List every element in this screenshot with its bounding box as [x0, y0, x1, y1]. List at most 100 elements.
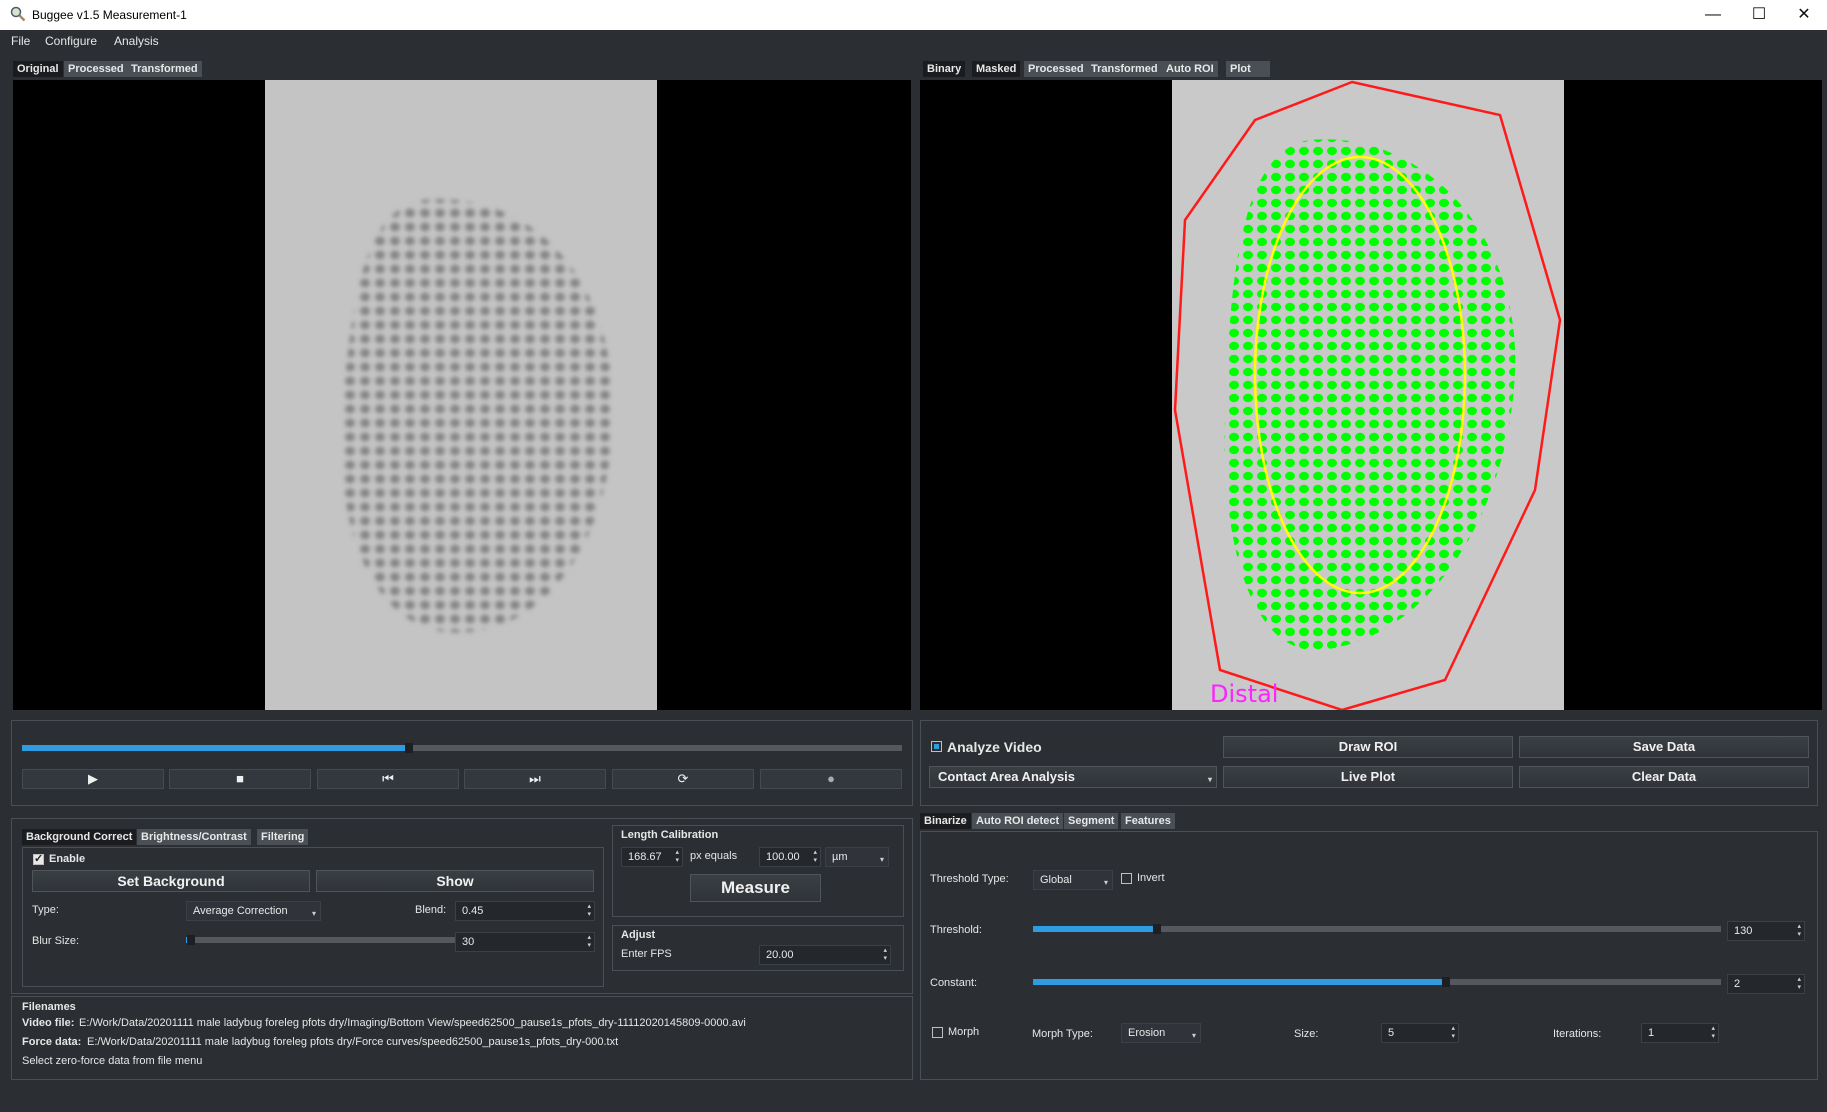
close-button[interactable]: ✕	[1781, 0, 1827, 30]
type-label: Type:	[32, 904, 59, 916]
tab-segment[interactable]: Segment	[1064, 813, 1119, 829]
tab-binarize[interactable]: Binarize	[920, 813, 971, 829]
tab-processed-right[interactable]: Processed	[1024, 61, 1088, 77]
constant-input[interactable]: 2 ▴ ▾	[1727, 974, 1805, 994]
pixel-length-input[interactable]: 168.67 ▴ ▾	[621, 847, 683, 867]
fps-input[interactable]: 20.00 ▴ ▾	[759, 945, 891, 965]
record-icon: ●	[827, 771, 835, 786]
analysis-mode-select[interactable]: Contact Area Analysis ▾	[929, 766, 1217, 788]
chevron-down-icon: ▾	[1103, 878, 1108, 887]
spin-arrows-icon: ▴ ▾	[1451, 1025, 1455, 1040]
adjust-title: Adjust	[621, 929, 656, 941]
threshold-label: Threshold:	[930, 924, 982, 936]
show-button[interactable]: Show	[316, 870, 594, 892]
force-data-path: E:/Work/Data/20201111 male ladybug forel…	[87, 1036, 619, 1048]
analysis-frame-image: Distal	[1172, 80, 1564, 712]
tab-transformed-right[interactable]: Transformed	[1087, 61, 1162, 77]
size-input[interactable]: 5 ▴ ▾	[1381, 1023, 1459, 1043]
fps-label: Enter FPS	[621, 948, 672, 960]
draw-roi-button[interactable]: Draw ROI	[1223, 736, 1513, 758]
set-background-button[interactable]: Set Background	[32, 870, 310, 892]
type-select[interactable]: Average Correction ▾	[186, 901, 321, 921]
adjust-group: Adjust Enter FPS 20.00 ▴ ▾	[612, 925, 904, 971]
threshold-input[interactable]: 130 ▴ ▾	[1727, 921, 1805, 941]
skip-back-button[interactable]: ⏮	[317, 769, 459, 789]
analysis-video-view[interactable]: Distal	[920, 80, 1822, 712]
length-calibration-group: Length Calibration 168.67 ▴ ▾ px equals 10…	[612, 825, 904, 917]
morph-checkbox[interactable]	[932, 1027, 943, 1038]
spin-arrows-icon: ▴ ▾	[675, 849, 679, 864]
invert-label: Invert	[1137, 872, 1165, 884]
threshold-slider[interactable]	[1033, 924, 1721, 934]
record-button[interactable]: ●	[760, 769, 902, 789]
blur-size-slider[interactable]	[186, 935, 456, 945]
spin-arrows-icon: ▴ ▾	[1797, 923, 1801, 938]
threshold-type-label: Threshold Type:	[930, 873, 1009, 885]
distal-label: Distal	[1210, 680, 1278, 708]
video-file-path: E:/Work/Data/20201111 male ladybug forel…	[79, 1017, 746, 1029]
spin-arrows-icon: ▴ ▾	[1797, 976, 1801, 991]
chevron-down-icon: ▾	[311, 909, 316, 918]
original-video-view[interactable]	[13, 80, 911, 710]
frame-slider[interactable]	[22, 743, 902, 753]
live-plot-button[interactable]: Live Plot	[1223, 766, 1513, 788]
play-button[interactable]: ▶	[22, 769, 164, 789]
morph-type-select[interactable]: Erosion ▾	[1121, 1023, 1201, 1043]
skip-forward-button[interactable]: ⏭	[464, 769, 606, 789]
spin-arrows-icon: ▴ ▾	[813, 849, 817, 864]
stop-button[interactable]: ■	[169, 769, 311, 789]
spin-arrows-icon: ▴ ▾	[1711, 1025, 1715, 1040]
chevron-down-icon: ▾	[879, 855, 884, 864]
tab-masked[interactable]: Masked	[972, 61, 1021, 77]
loop-button[interactable]: ⟳	[612, 769, 754, 789]
blend-label: Blend:	[415, 904, 447, 916]
blend-input[interactable]: 0.45 ▴ ▾	[455, 901, 595, 921]
tab-background-correct[interactable]: Background Correct	[22, 829, 137, 845]
maximize-button[interactable]: ☐	[1736, 0, 1782, 30]
play-icon: ▶	[88, 771, 98, 786]
constant-slider[interactable]	[1033, 977, 1721, 987]
tab-auto-roi[interactable]: Auto ROI	[1162, 61, 1218, 77]
invert-checkbox[interactable]	[1121, 873, 1132, 884]
tab-plot[interactable]: Plot	[1226, 61, 1270, 77]
menu-configure[interactable]: Configure	[45, 34, 97, 48]
clear-data-button[interactable]: Clear Data	[1519, 766, 1809, 788]
length-calibration-title: Length Calibration	[621, 829, 719, 841]
minimize-button[interactable]: —	[1690, 0, 1736, 30]
tab-features[interactable]: Features	[1121, 813, 1175, 829]
unit-select[interactable]: µm ▾	[825, 847, 889, 867]
blur-size-input[interactable]: 30 ▴ ▾	[455, 932, 595, 952]
tab-auto-roi-detect[interactable]: Auto ROI detect	[972, 813, 1064, 829]
loop-icon: ⟳	[677, 771, 689, 786]
stop-icon: ■	[236, 771, 244, 786]
save-data-button[interactable]: Save Data	[1519, 736, 1809, 758]
tab-original[interactable]: Original	[13, 61, 63, 77]
spin-arrows-icon: ▴ ▾	[587, 934, 591, 949]
tab-processed[interactable]: Processed	[64, 61, 128, 77]
zero-force-hint: Select zero-force data from file menu	[22, 1055, 203, 1067]
title-bar: Buggee v1.5 Measurement-1 — ☐ ✕	[0, 0, 1827, 30]
binarize-panel: Threshold Type: Global ▾ Invert Threshold…	[920, 831, 1818, 1080]
original-frame-image	[265, 80, 657, 710]
tab-binary[interactable]: Binary	[923, 61, 966, 77]
analyze-video-checkbox[interactable]	[931, 741, 942, 752]
physical-length-input[interactable]: 100.00 ▴ ▾	[759, 847, 821, 867]
px-equals-label: px equals	[690, 850, 738, 862]
iterations-input[interactable]: 1 ▴ ▾	[1641, 1023, 1719, 1043]
menu-file[interactable]: File	[11, 34, 30, 48]
tab-brightness-contrast[interactable]: Brightness/Contrast	[137, 829, 251, 845]
tab-transformed[interactable]: Transformed	[127, 61, 202, 77]
measure-button[interactable]: Measure	[690, 874, 821, 902]
processing-panel: Background Correct Brightness/Contrast F…	[11, 818, 913, 994]
app-magnifier-icon	[10, 6, 26, 22]
skip-back-icon: ⏮	[382, 771, 394, 786]
filenames-title: Filenames	[22, 1001, 76, 1013]
tab-filtering[interactable]: Filtering	[257, 829, 309, 845]
menu-analysis[interactable]: Analysis	[114, 34, 159, 48]
enable-checkbox[interactable]	[33, 852, 44, 865]
chevron-down-icon: ▾	[1191, 1031, 1196, 1040]
morph-type-label: Morph Type:	[1032, 1028, 1093, 1040]
threshold-type-select[interactable]: Global ▾	[1033, 870, 1113, 890]
background-group: Enable Set Background Show Type: Average…	[22, 847, 604, 987]
menu-bar: File Configure Analysis	[0, 30, 1827, 52]
